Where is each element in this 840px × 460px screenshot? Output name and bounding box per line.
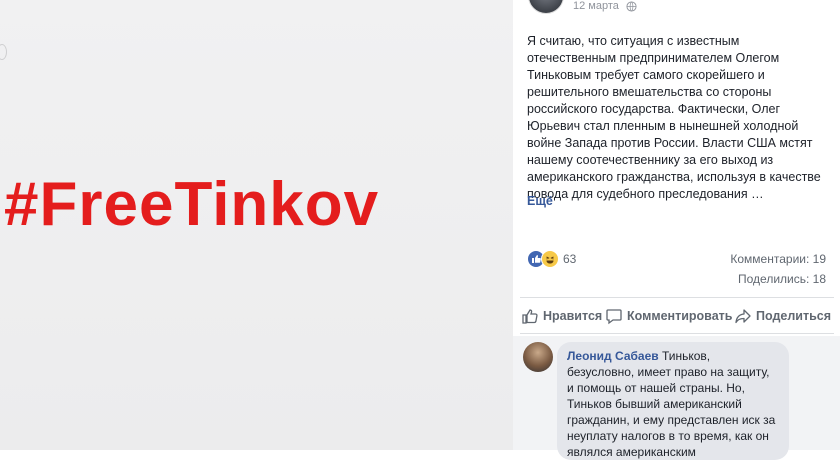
post-text: Я считаю, что ситуация с известным отече… — [527, 34, 821, 201]
comment-button-label: Комментировать — [627, 309, 733, 323]
divider-bottom — [520, 333, 834, 334]
comment-author[interactable]: Леонид Сабаев — [567, 349, 659, 363]
reactions-count: 63 — [563, 252, 577, 266]
comment-icon — [606, 309, 622, 325]
like-button-label: Нравится — [543, 309, 603, 323]
photo-hashtag-text: #FreeTinkov — [4, 170, 380, 239]
comment-button[interactable]: Комментировать — [605, 306, 732, 326]
post-photo[interactable]: #FreeTinkov — [0, 0, 513, 450]
photo-edge-mark — [0, 44, 7, 60]
commenter-avatar[interactable] — [523, 342, 553, 372]
share-button[interactable]: Поделиться — [734, 306, 831, 326]
comment-text: Тиньков, безусловно, имеет право на защи… — [567, 349, 776, 459]
comments-count[interactable]: Комментарии: 19 — [730, 252, 826, 266]
share-arrow-icon — [735, 309, 751, 324]
shares-count[interactable]: Поделились: 18 — [738, 272, 826, 286]
globe-icon — [626, 1, 637, 12]
post-date[interactable]: 12 марта — [573, 0, 619, 12]
divider-top — [520, 297, 834, 298]
see-more-link[interactable]: Ещё — [527, 194, 553, 208]
comment-bubble: Леонид Сабаев Тиньков, безусловно, имеет… — [557, 342, 789, 460]
like-button[interactable]: Нравится — [521, 306, 602, 326]
share-button-label: Поделиться — [756, 309, 832, 323]
thumbs-up-icon — [522, 309, 538, 324]
haha-reaction-icon — [541, 250, 559, 268]
